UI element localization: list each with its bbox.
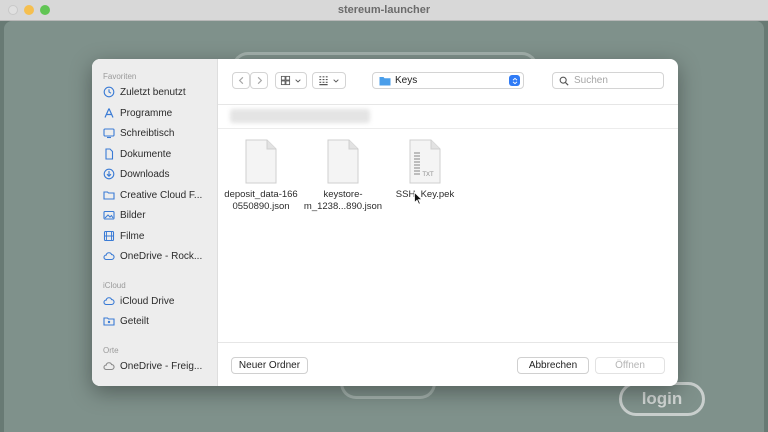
sidebar-item-onedrive-rock[interactable]: OneDrive - Rock... [103, 248, 215, 264]
search-input[interactable] [574, 75, 654, 86]
cancel-button[interactable]: Abbrechen [517, 357, 589, 374]
file-item-keystore[interactable]: keystore- m_1238...890.json [301, 139, 385, 213]
chevron-down-icon [295, 78, 301, 83]
window-controls [8, 5, 50, 15]
sidebar-item-icloud-drive[interactable]: iCloud Drive [103, 293, 215, 309]
photos-icon [103, 210, 115, 220]
sidebar-section-favorites: Favoriten [103, 72, 137, 81]
file-type-badge: TXT [422, 172, 434, 178]
sidebar-item-downloads[interactable]: Downloads [103, 166, 215, 182]
sidebar-section-icloud: iCloud [103, 281, 126, 290]
cloud-icon [103, 297, 115, 306]
document-icon [105, 148, 114, 160]
sidebar-item-applications[interactable]: Programme [103, 105, 215, 121]
folder-icon [379, 76, 391, 85]
file-open-dialog: Favoriten Zuletzt benutzt Programme Schr… [92, 59, 678, 386]
chevron-left-icon [238, 76, 243, 85]
generic-file-icon [327, 139, 359, 184]
applications-icon [104, 108, 114, 118]
divider [218, 342, 678, 343]
close-window-button[interactable] [8, 5, 18, 15]
back-button[interactable] [232, 72, 250, 89]
file-name-line: keystore- [323, 189, 363, 200]
sidebar-item-label: iCloud Drive [120, 295, 175, 307]
sidebar-item-label: Zuletzt benutzt [120, 86, 186, 98]
gallery-grid-icon [319, 76, 328, 86]
desktop-icon [103, 128, 115, 139]
mouse-pointer-icon [414, 192, 423, 205]
sidebar-item-label: Downloads [120, 168, 170, 180]
text-file-icon: TXT [409, 139, 441, 184]
sidebar-item-documents[interactable]: Dokumente [103, 146, 215, 162]
file-item-ssh-key[interactable]: TXT SSH_Key.pek [383, 139, 467, 201]
minimize-window-button[interactable] [24, 5, 34, 15]
new-folder-button[interactable]: Neuer Ordner [231, 357, 308, 374]
sidebar-item-desktop[interactable]: Schreibtisch [103, 125, 215, 141]
forward-button[interactable] [250, 72, 268, 89]
cloud-icon [103, 252, 115, 261]
sidebar-item-label: Schreibtisch [120, 127, 175, 139]
grid-icon [280, 75, 291, 86]
sidebar-item-label: OneDrive - Rock... [120, 250, 203, 262]
current-folder-label: Keys [395, 75, 418, 86]
sidebar-item-label: Creative Cloud F... [120, 189, 203, 201]
sidebar-section-locations: Orte [103, 346, 119, 355]
sidebar-item-label: Programme [120, 107, 173, 119]
sidebar-item-movies[interactable]: Filme [103, 228, 215, 244]
film-icon [103, 230, 115, 242]
sidebar-item-label: Geteilt [120, 315, 149, 327]
icon-view-button[interactable] [275, 72, 307, 89]
sidebar-item-creative-cloud[interactable]: Creative Cloud F... [103, 187, 215, 203]
file-name-line: m_1238...890.json [303, 201, 383, 212]
cloud-icon [103, 362, 115, 371]
generic-file-icon [245, 139, 277, 184]
download-icon [103, 168, 115, 180]
path-bar [230, 109, 370, 123]
sidebar-item-shared[interactable]: Geteilt [103, 313, 215, 329]
file-name-line: deposit_data-166 [224, 189, 298, 200]
file-item-deposit-data[interactable]: deposit_data-166 0550890.json [219, 139, 303, 213]
login-button[interactable]: login [619, 382, 705, 416]
shared-folder-icon [103, 317, 115, 326]
group-view-button[interactable] [312, 72, 346, 89]
sidebar-item-onedrive-shared[interactable]: OneDrive - Freig... [103, 358, 215, 374]
sidebar-item-recents[interactable]: Zuletzt benutzt [103, 84, 215, 100]
maximize-window-button[interactable] [40, 5, 50, 15]
sidebar-item-label: Dokumente [120, 148, 172, 160]
chevron-down-icon [333, 78, 339, 83]
file-name-line: 0550890.json [232, 201, 290, 212]
open-button[interactable]: Öffnen [595, 357, 665, 374]
dialog-toolbar: Keys [218, 59, 678, 105]
search-icon [559, 76, 569, 86]
dialog-sidebar: Favoriten Zuletzt benutzt Programme Schr… [92, 59, 218, 386]
divider [218, 128, 678, 129]
folder-icon [103, 191, 115, 200]
chevron-right-icon [257, 76, 262, 85]
sidebar-item-label: Bilder [120, 209, 146, 221]
search-field[interactable] [552, 72, 664, 89]
window-title: stereum-launcher [337, 4, 431, 16]
sidebar-item-label: Filme [120, 230, 145, 242]
sidebar-item-pictures[interactable]: Bilder [103, 207, 215, 223]
folder-location-select[interactable]: Keys [372, 72, 524, 89]
sidebar-item-label: OneDrive - Freig... [120, 360, 203, 372]
select-arrows-icon [509, 75, 520, 86]
file-name-line: SSH_Key.pek [395, 189, 455, 200]
window-titlebar: stereum-launcher [0, 0, 768, 21]
clock-icon [103, 86, 115, 98]
